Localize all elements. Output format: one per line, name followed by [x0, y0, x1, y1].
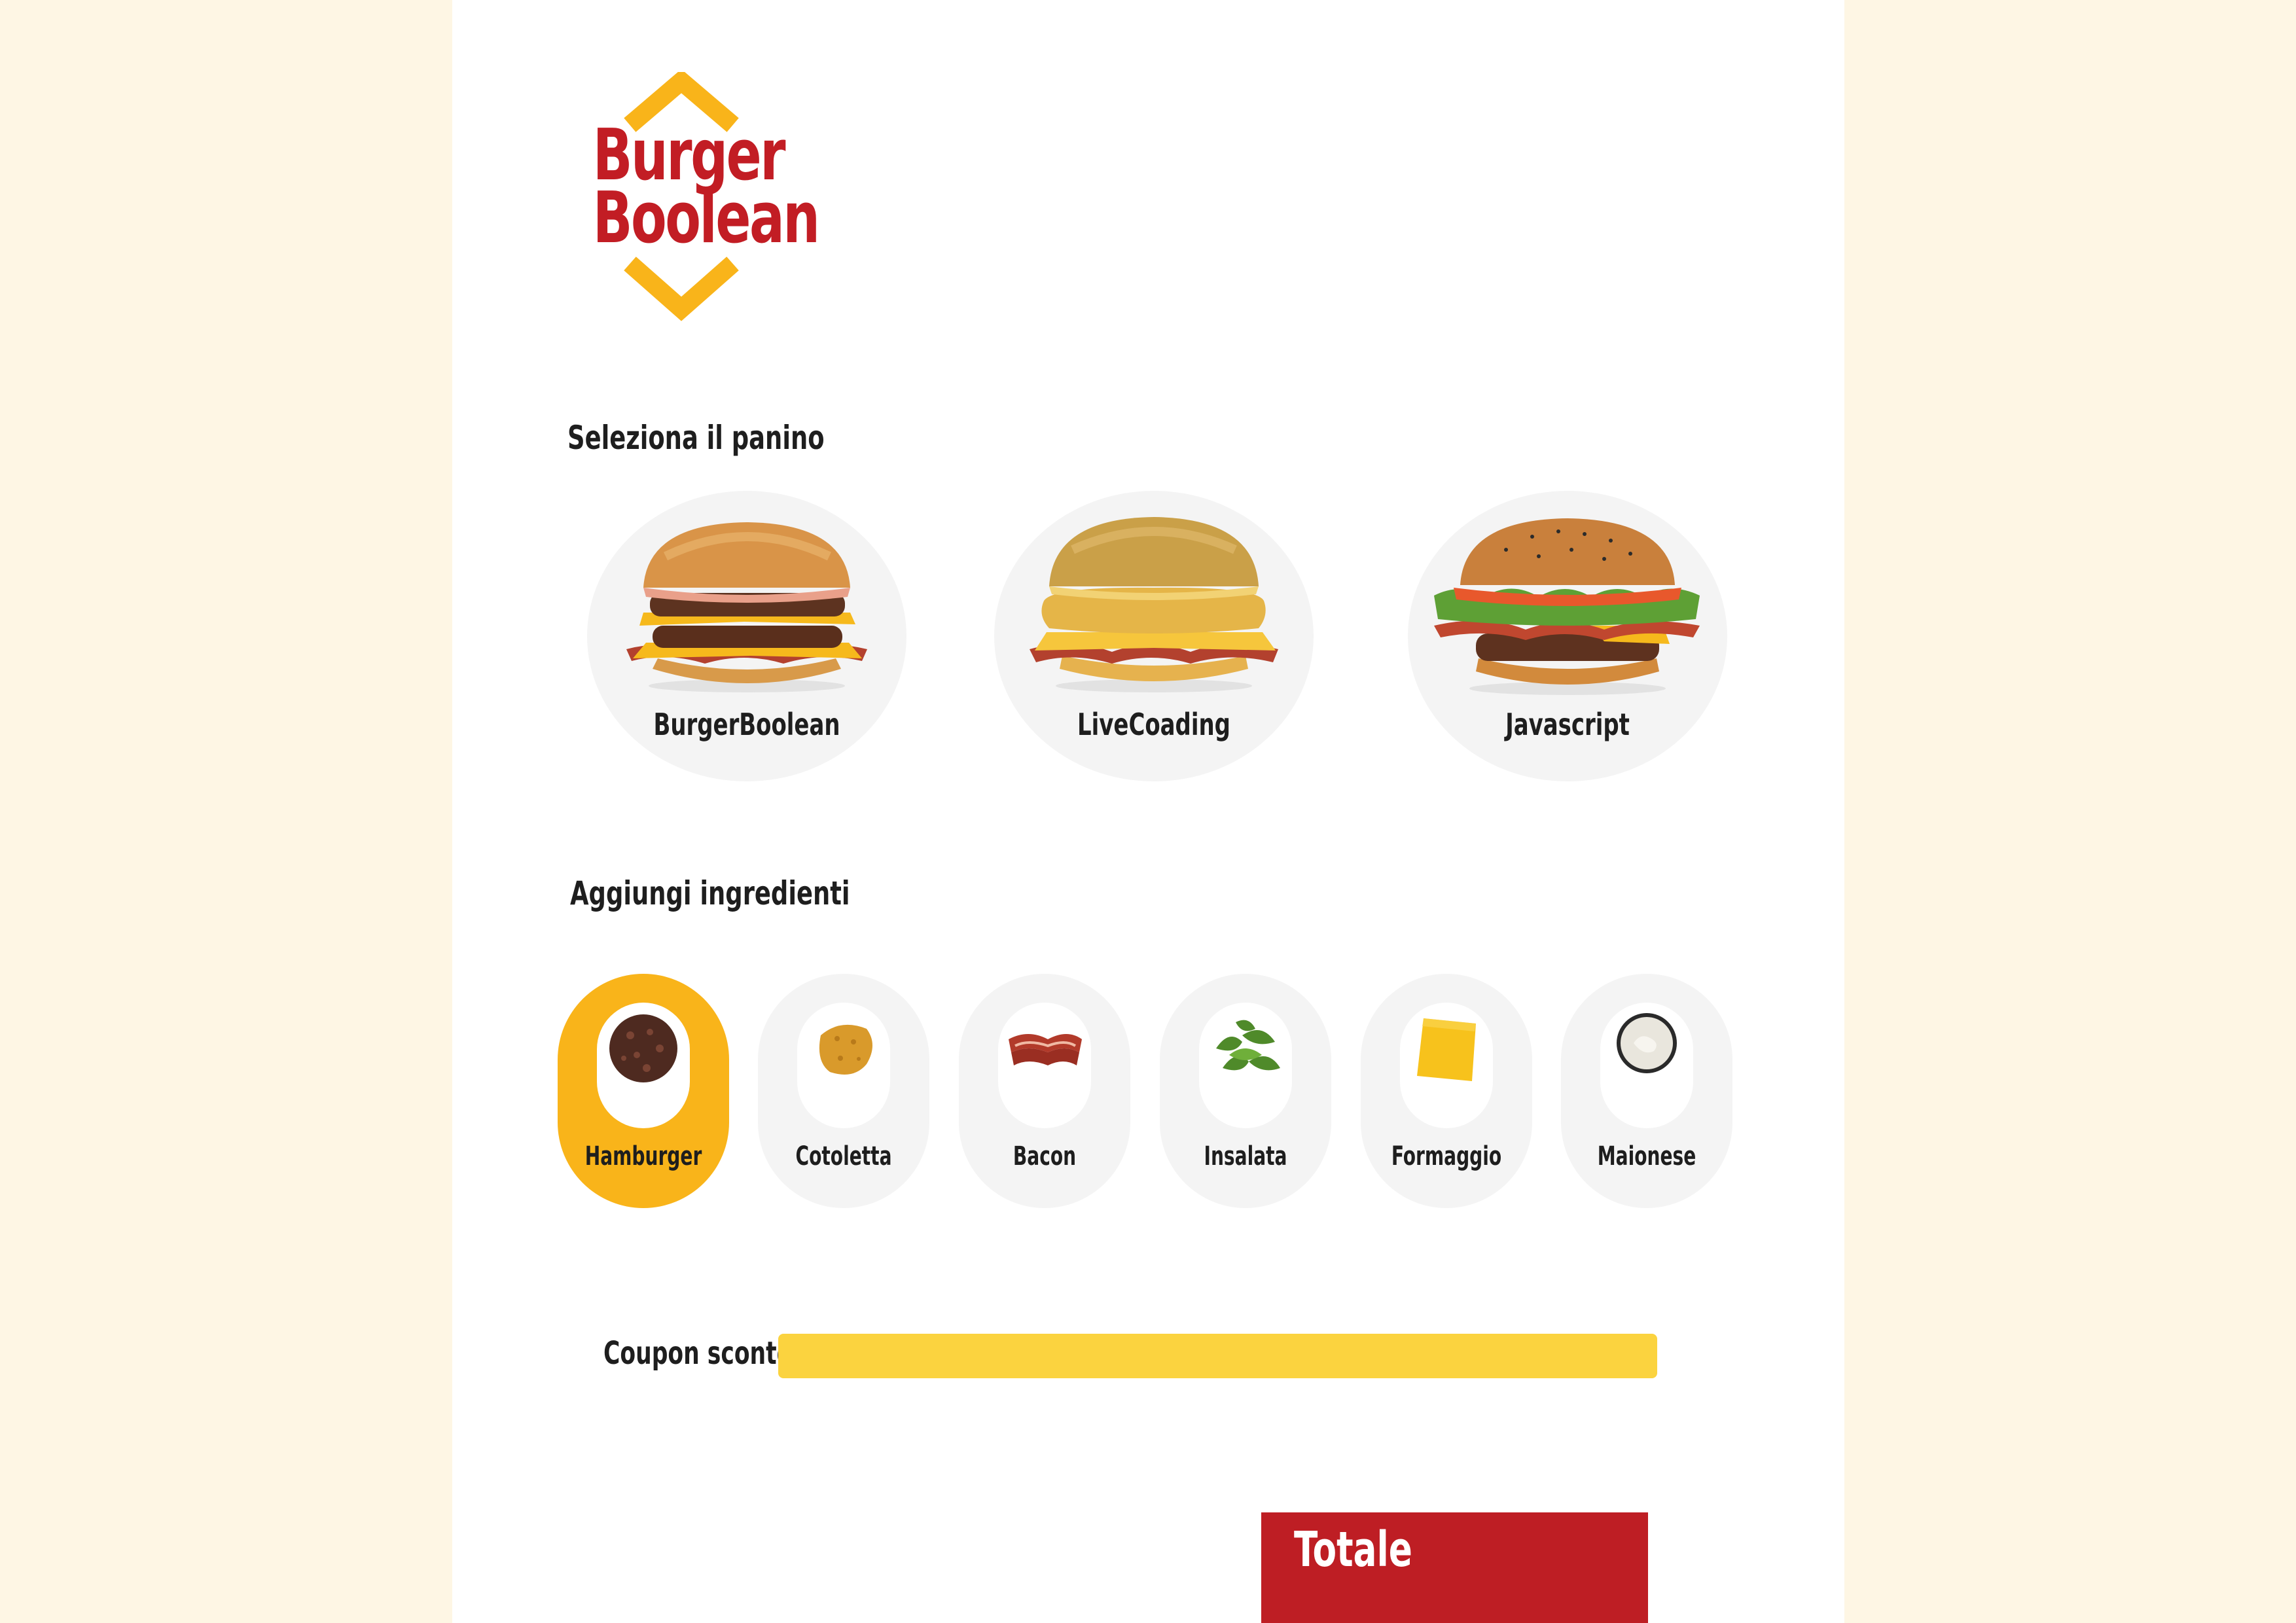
totale-box: Totale [1261, 1512, 1648, 1623]
page-container: Burger Boolean Seleziona il panino Burge… [452, 0, 1844, 1623]
double-cheeseburger-bacon-image [626, 522, 867, 692]
panino-label: Javascript [1505, 707, 1630, 742]
maionese-icon [1617, 1013, 1677, 1073]
hamburger-patty-icon [609, 1014, 677, 1082]
panini-section-title: Seleziona il panino [567, 419, 825, 457]
burger-salad-sauce-image [1434, 518, 1700, 695]
panino-label: BurgerBoolean [653, 707, 840, 742]
ingrediente-label: Cotoletta [795, 1141, 892, 1171]
panino-card-burgerboolean[interactable]: BurgerBoolean [587, 491, 906, 781]
coupon-input[interactable] [778, 1334, 1657, 1378]
logo-text-line2: Boolean [592, 177, 820, 259]
ingrediente-formaggio[interactable]: Formaggio [1361, 974, 1532, 1208]
bacon-icon [1009, 1034, 1082, 1065]
ingrediente-label: Bacon [1013, 1141, 1077, 1171]
ingredienti-section-title: Aggiungi ingredienti [570, 874, 850, 912]
insalata-icon [1216, 1020, 1280, 1071]
burger-boolean-logo: Burger Boolean [573, 72, 820, 334]
formaggio-icon [1417, 1018, 1476, 1081]
ingrediente-label: Formaggio [1391, 1141, 1502, 1171]
ingrediente-bacon[interactable]: Bacon [959, 974, 1130, 1208]
ingrediente-cotoletta[interactable]: Cotoletta [758, 974, 929, 1208]
ingrediente-maionese[interactable]: Maionese [1561, 974, 1732, 1208]
totale-label: Totale [1294, 1522, 1412, 1578]
ingrediente-hamburger[interactable]: Hamburger [558, 974, 729, 1208]
panino-card-javascript[interactable]: Javascript [1408, 491, 1727, 781]
chicken-burger-bacon-image [1030, 517, 1278, 692]
coupon-label: Coupon sconto [603, 1335, 793, 1372]
panino-label: LiveCoading [1077, 707, 1230, 742]
ingrediente-label: Insalata [1204, 1141, 1287, 1171]
ingrediente-label: Maionese [1597, 1141, 1696, 1171]
ingrediente-insalata[interactable]: Insalata [1160, 974, 1331, 1208]
panino-card-livecoading[interactable]: LiveCoading [994, 491, 1314, 781]
ingrediente-label: Hamburger [584, 1141, 702, 1171]
cotoletta-icon [819, 1024, 872, 1075]
